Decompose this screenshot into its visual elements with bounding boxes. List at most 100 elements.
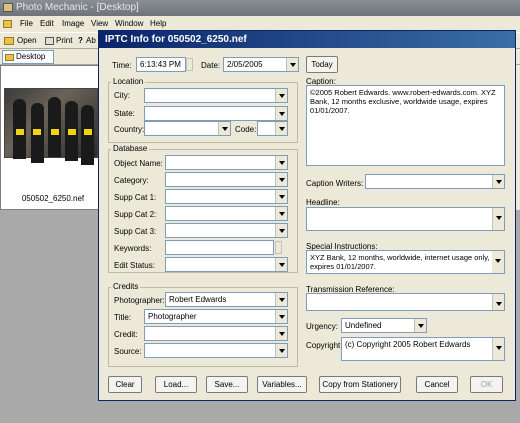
time-value: 6:13:43 PM	[140, 60, 181, 69]
app-title-bar: Photo Mechanic - [Desktop]	[0, 0, 520, 16]
credits-title: Credits	[111, 282, 141, 291]
chevron-down-icon	[275, 173, 287, 186]
ok-button[interactable]: OK	[470, 376, 503, 393]
chevron-down-icon	[492, 208, 504, 230]
cancel-button[interactable]: Cancel	[416, 376, 458, 393]
supp-cat-3-label: Supp Cat 3:	[114, 227, 157, 236]
supp-cat-1-combo[interactable]	[165, 189, 288, 204]
chevron-down-icon	[275, 190, 287, 203]
chevron-down-icon	[492, 175, 504, 188]
category-combo[interactable]	[165, 172, 288, 187]
today-button[interactable]: Today	[306, 56, 338, 73]
supp-cat-3-combo[interactable]	[165, 223, 288, 238]
chevron-down-icon	[275, 327, 287, 340]
edit-status-combo[interactable]	[165, 257, 288, 272]
chevron-down-icon	[275, 293, 287, 306]
credit-label: Credit:	[114, 330, 138, 339]
caption-writers-label: Caption Writers:	[306, 179, 364, 188]
about-button[interactable]: Ab	[86, 36, 96, 45]
database-title: Database	[111, 144, 150, 153]
state-combo[interactable]	[144, 106, 288, 121]
time-field[interactable]: 6:13:43 PM	[136, 57, 186, 72]
tab-desktop[interactable]: Desktop	[2, 50, 54, 64]
code-combo[interactable]	[257, 121, 288, 136]
credit-combo[interactable]	[144, 326, 288, 341]
urgency-select[interactable]: Undefined	[341, 318, 427, 333]
chevron-down-icon	[275, 310, 287, 323]
chevron-down-icon	[492, 251, 504, 273]
tab-desktop-label: Desktop	[16, 52, 46, 61]
city-label: City:	[114, 91, 130, 100]
variables-button[interactable]: Variables...	[257, 376, 307, 393]
chevron-down-icon	[275, 107, 287, 120]
copyright-combo[interactable]: (c) Copyright 2005 Robert Edwards	[341, 337, 505, 361]
copy-from-stationery-button[interactable]: Copy from Stationery	[319, 376, 401, 393]
chevron-down-icon	[492, 338, 504, 360]
menu-edit[interactable]: Edit	[40, 16, 54, 32]
save-button[interactable]: Save...	[206, 376, 248, 393]
supp-cat-2-combo[interactable]	[165, 206, 288, 221]
info-icon: ?	[78, 36, 83, 45]
special-instructions-combo[interactable]: XYZ Bank, 12 months, worldwide, internet…	[306, 250, 505, 274]
load-button[interactable]: Load...	[155, 376, 197, 393]
urgency-label: Urgency:	[306, 322, 339, 331]
object-name-combo[interactable]	[165, 155, 288, 170]
object-name-label: Object Name:	[114, 159, 163, 168]
open-button[interactable]: Open	[17, 36, 37, 45]
copyright-value: (c) Copyright 2005 Robert Edwards	[345, 340, 471, 349]
time-spinner[interactable]	[186, 58, 193, 71]
time-label: Time:	[112, 61, 132, 70]
folder-icon	[3, 20, 12, 28]
category-label: Category:	[114, 176, 149, 185]
transmission-reference-combo[interactable]	[306, 293, 505, 311]
date-picker[interactable]: 2/05/2005	[223, 57, 299, 72]
photographer-value: Robert Edwards	[169, 295, 227, 304]
urgency-value: Undefined	[345, 321, 382, 330]
location-title: Location	[111, 77, 146, 86]
keywords-scroll[interactable]	[275, 241, 282, 254]
chevron-down-icon	[275, 224, 287, 237]
caption-writers-combo[interactable]	[365, 174, 505, 189]
source-label: Source:	[114, 347, 142, 356]
special-instructions-dropdown[interactable]	[492, 250, 505, 274]
code-label: Code:	[235, 125, 257, 134]
clear-button[interactable]: Clear	[108, 376, 142, 393]
source-combo[interactable]	[144, 343, 288, 358]
iptc-dialog: IPTC Info for 050502_6250.nef Time: 6:13…	[98, 30, 516, 401]
app-icon	[3, 3, 13, 12]
title-label: Title:	[114, 313, 132, 322]
country-combo[interactable]	[144, 121, 231, 136]
keywords-label: Keywords:	[114, 244, 152, 253]
special-instructions-value: XYZ Bank, 12 months, worldwide, internet…	[310, 253, 490, 271]
print-icon	[45, 37, 54, 45]
keywords-field[interactable]	[165, 240, 274, 255]
headline-combo[interactable]	[306, 207, 505, 231]
app-title: Photo Mechanic - [Desktop]	[16, 2, 139, 13]
print-button[interactable]: Print	[56, 36, 72, 45]
dialog-title: IPTC Info for 050502_6250.nef	[99, 31, 515, 48]
photo-thumbnail[interactable]	[4, 88, 98, 165]
thumbnail-filename: 050502_6250.nef	[21, 194, 85, 203]
chevron-down-icon	[275, 122, 287, 135]
date-value: 2/05/2005	[227, 60, 263, 69]
state-label: State:	[114, 109, 135, 118]
menu-image[interactable]: Image	[62, 16, 84, 32]
headline-label: Headline:	[306, 198, 340, 207]
chevron-down-icon	[275, 207, 287, 220]
city-combo[interactable]	[144, 88, 288, 103]
photographer-combo[interactable]: Robert Edwards	[165, 292, 288, 307]
date-label: Date:	[201, 61, 221, 70]
menu-file[interactable]: File	[20, 16, 33, 32]
title-combo[interactable]: Photographer	[144, 309, 288, 324]
chevron-down-icon	[218, 122, 230, 135]
copyright-label: Copyright:	[306, 341, 343, 350]
folder-icon	[5, 54, 14, 61]
photographer-label: Photographer:	[114, 296, 165, 305]
caption-textarea[interactable]: ©2005 Robert Edwards. www.robert-edwards…	[306, 85, 505, 166]
country-label: Country:	[114, 125, 145, 134]
chevron-down-icon	[275, 344, 287, 357]
chevron-down-icon	[286, 58, 298, 71]
supp-cat-2-label: Supp Cat 2:	[114, 210, 157, 219]
open-icon	[4, 37, 14, 45]
edit-status-label: Edit Status:	[114, 261, 155, 270]
